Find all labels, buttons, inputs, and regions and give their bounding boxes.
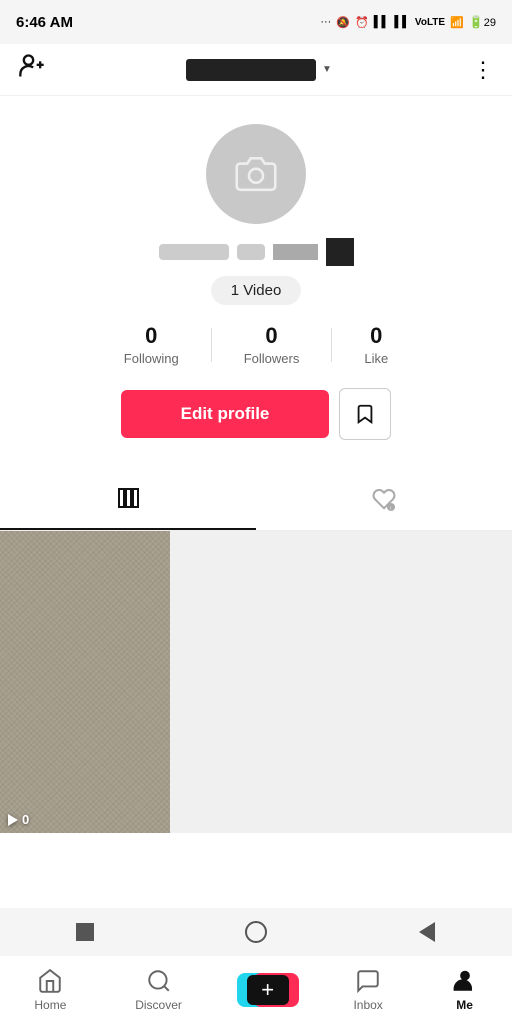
nav-inbox[interactable]: Inbox xyxy=(343,968,392,1012)
battery-icon: 🔋29 xyxy=(469,15,496,29)
username-placeholder xyxy=(159,238,354,266)
profile-icon xyxy=(452,968,478,994)
grid-icon xyxy=(116,486,140,516)
home-icon xyxy=(37,968,63,994)
nav-home-label: Home xyxy=(34,998,66,1012)
plus-btn-container: + xyxy=(241,971,295,1009)
username-block-3 xyxy=(273,244,318,260)
home-circle-icon xyxy=(245,921,267,943)
dropdown-arrow-icon: ▼ xyxy=(322,64,332,75)
video-play-count: 0 xyxy=(8,812,29,827)
main-content: 1 Video 0 Following 0 Followers 0 Like E… xyxy=(0,96,512,963)
status-bar: 6:46 AM ··· 🔕 ⏰ ▌▌ ▌▌ VoLTE 📶 🔋29 xyxy=(0,0,512,44)
svg-text:↑: ↑ xyxy=(389,506,392,511)
stats-row: 0 Following 0 Followers 0 Like xyxy=(16,323,496,366)
back-button[interactable] xyxy=(413,918,441,946)
status-time: 6:46 AM xyxy=(16,14,73,31)
nav-discover-label: Discover xyxy=(135,998,182,1012)
video-thumbnail[interactable]: 0 xyxy=(0,531,170,833)
create-button[interactable]: + xyxy=(241,971,295,1009)
signal-bars: ▌▌ xyxy=(374,16,390,28)
nav-inbox-label: Inbox xyxy=(353,998,382,1012)
nav-items: Home Discover + Inbox xyxy=(0,956,512,1024)
followers-count: 0 xyxy=(265,323,277,349)
nav-home[interactable]: Home xyxy=(24,968,76,1012)
camera-icon xyxy=(235,153,277,195)
nav-discover[interactable]: Discover xyxy=(125,968,192,1012)
profile-tabs: ↑ xyxy=(0,474,512,531)
more-options-button[interactable]: ⋮ xyxy=(472,57,494,83)
plus-white-bg: + xyxy=(247,975,289,1005)
nav-me-label: Me xyxy=(456,998,473,1012)
top-navigation: ▼ ⋮ xyxy=(0,44,512,96)
username-dropdown[interactable]: ▼ xyxy=(186,59,332,81)
likes-label: Like xyxy=(364,351,388,366)
username-block-2 xyxy=(237,244,265,260)
inbox-icon xyxy=(355,968,381,994)
signal-bars2: ▌▌ xyxy=(394,16,410,28)
status-icons: ··· 🔕 ⏰ ▌▌ ▌▌ VoLTE 📶 🔋29 xyxy=(320,15,496,29)
avatar xyxy=(206,124,306,224)
bookmark-icon xyxy=(354,403,376,425)
back-icon xyxy=(419,922,435,942)
bottom-navigation: Home Discover + Inbox xyxy=(0,955,512,1024)
nav-me[interactable]: Me xyxy=(442,968,488,1012)
username-block-4 xyxy=(326,238,354,266)
add-user-button[interactable] xyxy=(18,52,46,87)
system-nav-bar xyxy=(0,908,512,956)
video-preview-image xyxy=(0,531,170,833)
signal-dots: ··· xyxy=(320,16,331,28)
likes-count: 0 xyxy=(370,323,382,349)
username-block-1 xyxy=(159,244,229,260)
following-stat[interactable]: 0 Following xyxy=(92,323,211,366)
play-icon xyxy=(8,814,18,826)
following-label: Following xyxy=(124,351,179,366)
search-icon xyxy=(146,968,172,994)
home-button[interactable] xyxy=(242,918,270,946)
profile-section: 1 Video 0 Following 0 Followers 0 Like E… xyxy=(0,96,512,468)
action-row: Edit profile xyxy=(121,388,392,440)
recent-apps-button[interactable] xyxy=(71,918,99,946)
followers-label: Followers xyxy=(244,351,300,366)
tab-grid[interactable] xyxy=(0,474,256,530)
following-count: 0 xyxy=(145,323,157,349)
username-display xyxy=(186,59,316,81)
mute-icon: 🔕 xyxy=(336,16,350,29)
recent-icon xyxy=(76,923,94,941)
video-count-badge: 1 Video xyxy=(211,276,302,305)
followers-stat[interactable]: 0 Followers xyxy=(212,323,332,366)
edit-profile-button[interactable]: Edit profile xyxy=(121,390,330,438)
video-grid: 0 xyxy=(0,531,512,833)
tab-liked[interactable]: ↑ xyxy=(256,474,512,530)
likes-stat[interactable]: 0 Like xyxy=(332,323,420,366)
alarm-icon: ⏰ xyxy=(355,16,369,29)
bookmark-button[interactable] xyxy=(339,388,391,440)
liked-icon: ↑ xyxy=(372,487,396,517)
plus-icon: + xyxy=(261,979,274,1001)
wifi-icon: 📶 xyxy=(450,16,464,29)
lte-icon: VoLTE xyxy=(415,17,445,28)
